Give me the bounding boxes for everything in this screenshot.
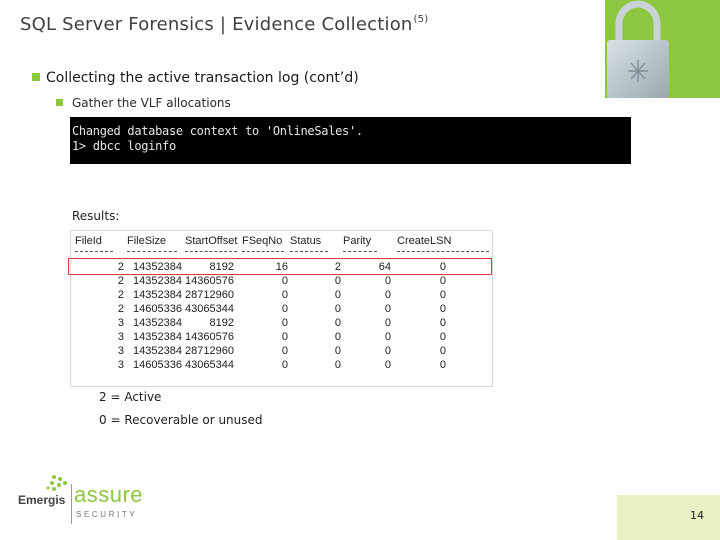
slide-title: SQL Server Forensics | Evidence Collecti…	[20, 14, 428, 35]
table-cell: 0	[439, 359, 446, 371]
table-cell: 0	[439, 289, 446, 301]
table-cell: 43065344	[185, 303, 234, 315]
table-cell: 0	[334, 359, 341, 371]
console-line: 1> dbcc loginfo	[72, 139, 176, 153]
table-cell: 0	[384, 317, 391, 329]
table-cell: 0	[281, 275, 288, 287]
table-cell: 0	[384, 289, 391, 301]
column-separator	[75, 251, 113, 252]
table-cell: 3	[117, 331, 124, 343]
results-table-separator	[71, 251, 492, 255]
table-cell: 14360576	[185, 275, 234, 287]
table-cell: 0	[439, 275, 446, 287]
table-row: 3 14352384 28712960 0 0 0 0	[71, 345, 492, 359]
table-row: 2 14352384 14360576 0 0 0 0	[71, 275, 492, 289]
bullet-square-icon	[56, 99, 63, 106]
table-cell: 2	[117, 303, 124, 315]
table-cell: 0	[334, 317, 341, 329]
column-separator	[127, 251, 177, 252]
table-cell: 14360576	[185, 331, 234, 343]
table-row: 2 14605336 43065344 0 0 0 0	[71, 303, 492, 317]
column-header: Parity	[343, 235, 372, 247]
results-table: FileId FileSize StartOffset FSeqNo Status Par…	[70, 230, 493, 387]
table-cell: 0	[384, 331, 391, 343]
slide-title-citation: (5)	[413, 14, 429, 25]
table-cell: 2	[117, 289, 124, 301]
table-cell: 0	[281, 289, 288, 301]
table-cell: 14352384	[133, 289, 182, 301]
table-cell: 14352384	[133, 331, 182, 343]
legend-active: 2 = Active	[99, 390, 162, 404]
product-name: assure	[74, 482, 144, 507]
column-header: StartOffset	[185, 235, 238, 247]
table-row: 3 14605336 43065344 0 0 0 0	[71, 359, 492, 373]
padlock-icon	[607, 0, 669, 98]
column-separator	[185, 251, 237, 252]
console-screenshot: Changed database context to 'OnlineSales…	[70, 117, 631, 164]
table-cell: 2	[117, 275, 124, 287]
console-line: Changed database context to 'OnlineSales…	[72, 124, 363, 138]
table-cell: 28712960	[185, 289, 234, 301]
table-cell: 14352384	[133, 317, 182, 329]
bullet-level1: Collecting the active transaction log (c…	[32, 70, 359, 86]
bullet-level1-text: Collecting the active transaction log (c…	[46, 70, 359, 86]
table-cell: 0	[439, 303, 446, 315]
column-header: CreateLSN	[397, 235, 452, 247]
table-cell: 0	[384, 303, 391, 315]
table-cell: 43065344	[185, 359, 234, 371]
table-cell: 14352384	[133, 345, 182, 357]
table-cell: 0	[384, 275, 391, 287]
logo-divider	[71, 484, 72, 524]
table-cell: 0	[439, 345, 446, 357]
table-cell: 0	[281, 317, 288, 329]
product-subtitle: SECURITY	[76, 510, 138, 519]
column-header: FileId	[75, 235, 102, 247]
table-cell: 0	[334, 289, 341, 301]
bullet-square-icon	[32, 73, 40, 81]
page-number: 14	[690, 509, 704, 522]
slide-title-text: SQL Server Forensics | Evidence Collecti…	[20, 14, 413, 35]
table-cell: 0	[334, 303, 341, 315]
bullet-level2: Gather the VLF allocations	[56, 96, 231, 110]
column-separator	[290, 251, 328, 252]
bullet-level2-text: Gather the VLF allocations	[72, 96, 231, 110]
table-cell: 0	[281, 331, 288, 343]
column-separator	[343, 251, 377, 252]
table-cell: 0	[439, 317, 446, 329]
table-cell: 0	[281, 345, 288, 357]
column-header: Status	[290, 235, 322, 247]
table-cell: 3	[117, 345, 124, 357]
padlock-graphic	[605, 0, 720, 98]
table-row: 3 14352384 14360576 0 0 0 0	[71, 331, 492, 345]
table-cell: 0	[281, 303, 288, 315]
table-cell: 0	[334, 331, 341, 343]
table-cell: 0	[334, 275, 341, 287]
column-header: FileSize	[127, 235, 167, 247]
table-cell: 14605336	[133, 303, 182, 315]
table-cell: 3	[117, 359, 124, 371]
company-name: Emergis	[18, 493, 66, 507]
table-cell: 14605336	[133, 359, 182, 371]
table-cell: 3	[117, 317, 124, 329]
emergis-assure-logo: Emergis assure SECURITY	[16, 474, 156, 526]
results-label: Results:	[72, 209, 120, 223]
page-number-box: 14	[617, 495, 720, 540]
column-header: FSeqNo	[242, 235, 283, 247]
table-cell: 0	[439, 331, 446, 343]
table-row: 3 14352384 8192 0 0 0 0	[71, 317, 492, 331]
emergis-logo-icon	[46, 475, 67, 491]
table-cell: 0	[384, 345, 391, 357]
table-cell: 28712960	[185, 345, 234, 357]
legend-recoverable: 0 = Recoverable or unused	[99, 413, 263, 427]
table-cell: 14352384	[133, 275, 182, 287]
results-table-header: FileId FileSize StartOffset FSeqNo Status Par…	[71, 235, 492, 249]
column-separator	[397, 251, 489, 252]
table-cell: 0	[384, 359, 391, 371]
table-cell: 0	[281, 359, 288, 371]
column-separator	[242, 251, 284, 252]
table-cell: 8192	[209, 317, 234, 329]
active-vlf-highlight	[68, 258, 492, 275]
table-cell: 0	[334, 345, 341, 357]
table-row: 2 14352384 28712960 0 0 0 0	[71, 289, 492, 303]
